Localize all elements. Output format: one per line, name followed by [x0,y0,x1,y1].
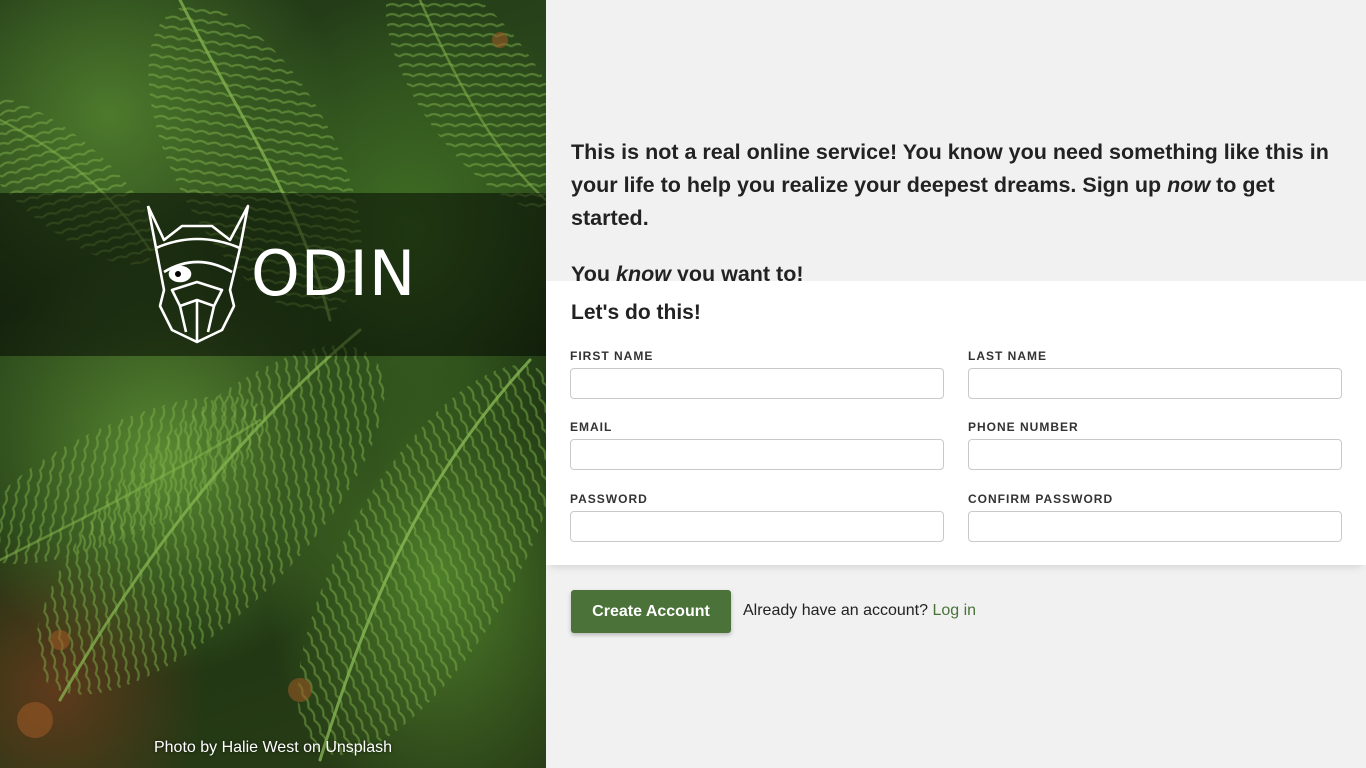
password-input[interactable] [570,511,944,542]
login-prompt-text: Already have an account? [743,602,929,619]
confirm-password-input[interactable] [968,511,1342,542]
create-account-button[interactable]: Create Account [571,590,731,633]
first-name-label: FIRST NAME [570,349,654,363]
confirm-password-label: CONFIRM PASSWORD [968,492,1114,506]
password-group: PASSWORD [570,491,944,542]
hero-panel: ODIN Photo by Halie West on Unsplash [0,0,546,768]
confirm-password-group: CONFIRM PASSWORD [968,491,1342,542]
viking-helmet-icon [146,204,250,344]
phone-group: PHONE NUMBER [968,419,1342,470]
last-name-group: LAST NAME [968,348,1342,399]
brand-name: ODIN [251,237,417,310]
email-label: EMAIL [570,420,613,434]
fern-background-image [0,0,546,762]
last-name-input[interactable] [968,368,1342,399]
signup-form: Let's do this! FIRST NAME LAST NAME EMAI… [546,281,1366,565]
form-title: Let's do this! [571,301,701,324]
email-input[interactable] [570,439,944,470]
last-name-label: LAST NAME [968,349,1047,363]
email-group: EMAIL [570,419,944,470]
login-prompt: Already have an account? Log in [743,602,976,620]
phone-input[interactable] [968,439,1342,470]
intro-paragraph-1: This is not a real online service! You k… [571,140,1329,230]
password-label: PASSWORD [570,492,648,506]
login-link[interactable]: Log in [932,602,976,619]
first-name-group: FIRST NAME [570,348,944,399]
intro-text: This is not a real online service! You k… [571,136,1351,291]
first-name-input[interactable] [570,368,944,399]
phone-label: PHONE NUMBER [968,420,1079,434]
photo-credit: Photo by Halie West on Unsplash [153,739,393,756]
